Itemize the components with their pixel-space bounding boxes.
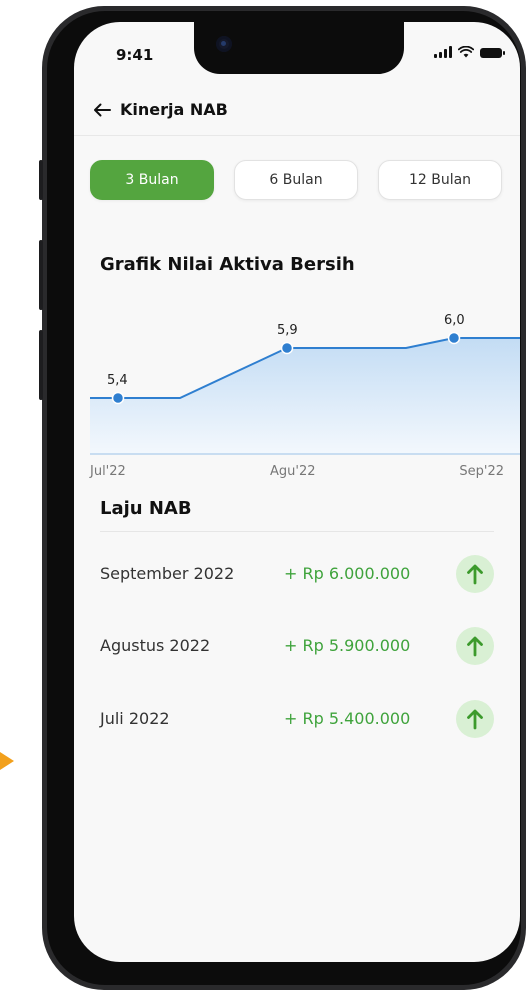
tab-12-bulan[interactable]: 12 Bulan: [378, 160, 502, 200]
page-title: Kinerja NAB: [120, 100, 228, 119]
chart-point-label-1: 5,9: [277, 323, 298, 338]
section-divider: [100, 531, 494, 532]
signal-icon: [434, 46, 452, 58]
silent-switch: [39, 160, 43, 200]
row-month: Agustus 2022: [100, 636, 211, 655]
row-month: Juli 2022: [100, 709, 170, 728]
header-divider: [74, 135, 520, 136]
list-item[interactable]: Juli 2022 + Rp 5.400.000: [100, 699, 500, 739]
nab-chart: 5,4 5,9 6,0 Jul'22 Agu'22 Sep'22: [89, 313, 520, 479]
chart-x-tick-0: Jul'22: [89, 464, 126, 479]
chart-x-tick-1: Agu'22: [270, 464, 316, 479]
tab-3-bulan[interactable]: 3 Bulan: [90, 160, 214, 200]
list-item[interactable]: September 2022 + Rp 6.000.000: [100, 554, 500, 594]
chart-point-label-0: 5,4: [107, 373, 128, 388]
chart-point-label-2: 6,0: [444, 313, 465, 328]
chart-area-fill: [90, 338, 520, 454]
pointer-arrow-icon: [0, 752, 14, 770]
list-item[interactable]: Agustus 2022 + Rp 5.900.000: [100, 626, 500, 666]
status-time: 9:41: [116, 46, 154, 64]
arrow-up-icon: [456, 627, 494, 665]
row-month: September 2022: [100, 564, 235, 583]
page-header: Kinerja NAB: [92, 100, 228, 119]
row-amount: + Rp 6.000.000: [284, 564, 411, 583]
chart-point-2: [447, 331, 461, 345]
front-camera: [216, 36, 232, 52]
chart-title: Grafik Nilai Aktiva Bersih: [100, 254, 355, 275]
chart-point-0: [111, 391, 125, 405]
volume-down-button: [39, 330, 43, 400]
battery-icon: [480, 48, 505, 58]
status-icons: [434, 46, 505, 58]
tab-6-bulan[interactable]: 6 Bulan: [234, 160, 358, 200]
volume-up-button: [39, 240, 43, 310]
row-amount: + Rp 5.900.000: [284, 636, 411, 655]
wifi-icon: [458, 46, 474, 58]
row-amount: + Rp 5.400.000: [284, 709, 411, 728]
arrow-up-icon: [456, 555, 494, 593]
chart-x-tick-2: Sep'22: [459, 464, 504, 479]
app-screen: 9:41 Kinerja NAB 3 Bulan 6 Bulan 12 Bula…: [74, 22, 520, 962]
arrow-left-icon[interactable]: [92, 102, 112, 118]
arrow-up-icon: [456, 700, 494, 738]
laju-nab-title: Laju NAB: [100, 498, 192, 519]
chart-point-1: [280, 341, 294, 355]
